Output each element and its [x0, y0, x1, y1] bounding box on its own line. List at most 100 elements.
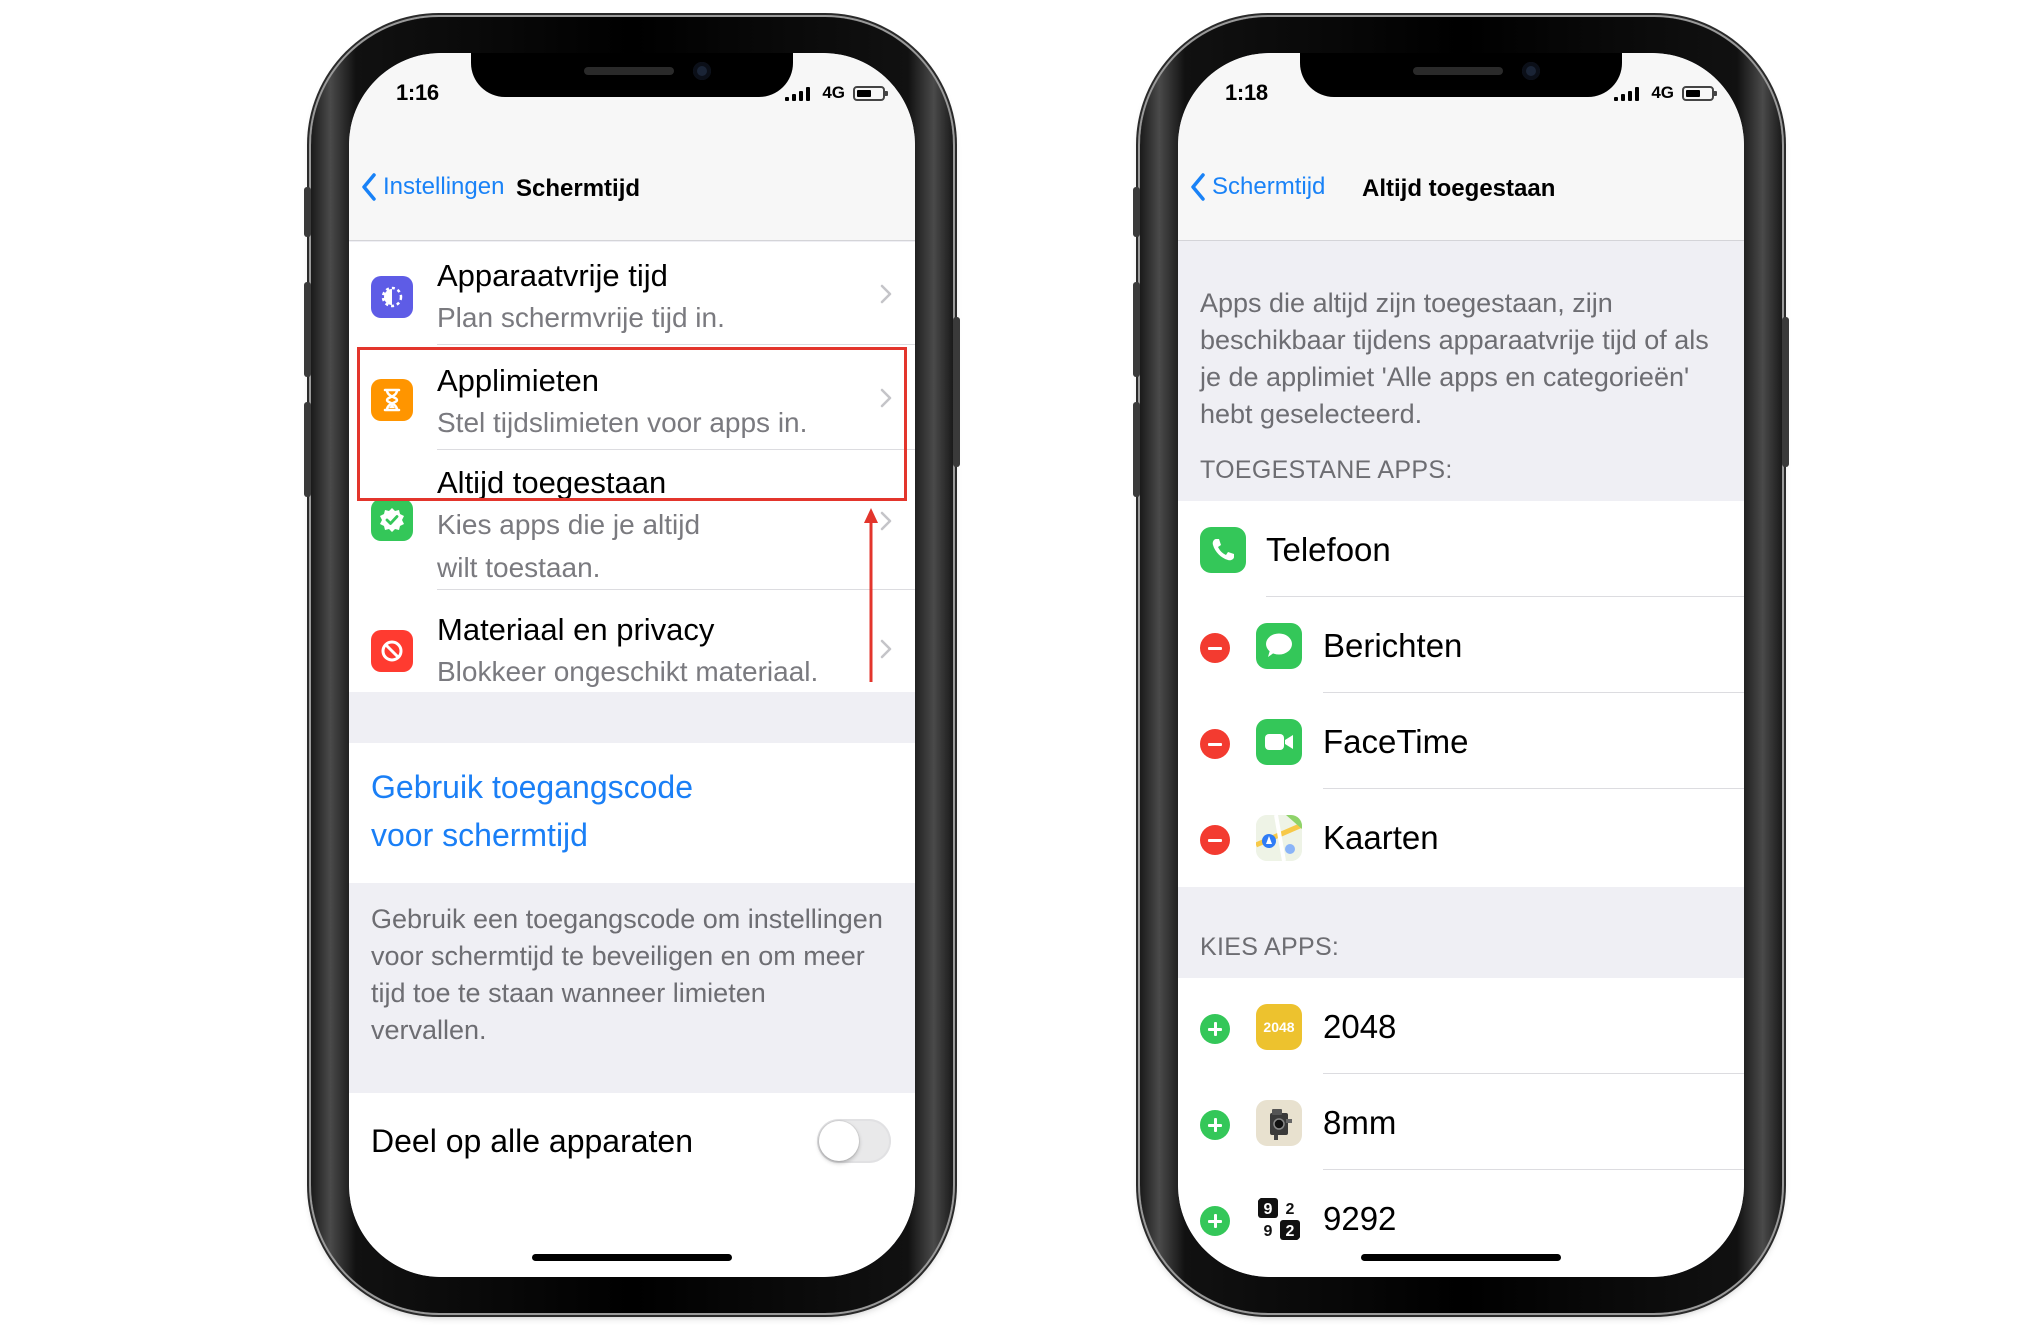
mute-switch [1133, 187, 1140, 237]
camera-8mm-icon [1256, 1100, 1302, 1146]
navigation-bar: Instellingen Schermtijd [349, 141, 915, 241]
app-limits-title: Applimieten [437, 363, 599, 398]
home-indicator [532, 1254, 732, 1261]
network-type: 4G [1651, 83, 1674, 102]
settings-group: Apparaatvrije tijd Plan schermvrije tijd… [349, 242, 915, 692]
svg-text:2: 2 [1286, 1223, 1295, 1240]
network-type: 4G [822, 83, 845, 102]
volume-down-button [1133, 402, 1140, 497]
downtime-title: Apparaatvrije tijd [437, 258, 668, 293]
messages-icon [1256, 623, 1302, 669]
back-button[interactable]: Schermtijd [1190, 173, 1325, 201]
list-item: 8mm [1178, 1074, 1744, 1170]
share-group: Deel op alle apparaten [349, 1093, 915, 1277]
maps-icon [1256, 815, 1302, 861]
app-name: 8mm [1323, 1104, 1397, 1141]
hourglass-icon [371, 379, 413, 421]
share-toggle[interactable] [817, 1119, 891, 1163]
svg-text:2: 2 [1286, 1201, 1295, 1218]
side-button [953, 317, 960, 467]
remove-icon[interactable] [1200, 825, 1230, 855]
always-allowed-description: Apps die altijd zijn toegestaan, zijn be… [1200, 288, 1709, 429]
content-privacy-subtitle: Blokkeer ongeschikt materiaal. [437, 656, 819, 687]
allowed-apps-header: TOEGESTANE APPS: [1200, 456, 1453, 484]
screen: 1:16 4G Instellingen Schermtijd Apparaat… [349, 53, 915, 1277]
volume-up-button [1133, 282, 1140, 377]
check-seal-icon [371, 499, 413, 541]
volume-up-button [304, 282, 311, 377]
navigation-bar: Schermtijd Altijd toegestaan [1178, 141, 1744, 241]
status-time: 1:16 [396, 80, 439, 105]
signal-icon [1614, 87, 1639, 101]
list-item: 2048 2048 [1178, 978, 1744, 1074]
battery-icon [853, 86, 888, 101]
status-time: 1:18 [1225, 80, 1268, 105]
passcode-description: Gebruik een toegangscode om instellingen… [371, 904, 883, 1045]
svg-text:9: 9 [1264, 1223, 1273, 1240]
page-title: Schermtijd [516, 175, 641, 202]
chevron-right-icon [880, 284, 892, 304]
left-phone: 1:16 4G Instellingen Schermtijd Apparaat… [304, 17, 960, 1313]
app-limits-subtitle: Stel tijdslimieten voor apps in. [437, 407, 808, 438]
chevron-right-icon [880, 511, 892, 531]
arrow-up-icon [864, 508, 878, 682]
app-name: Kaarten [1323, 819, 1439, 856]
restriction-icon [371, 630, 413, 672]
right-phone: 1:18 4G Schermtijd Altijd toegestaan App… [1133, 17, 1789, 1313]
list-item: Berichten [1178, 597, 1744, 693]
facetime-icon [1256, 719, 1302, 765]
passcode-link-line-1[interactable]: Gebruik toegangscode [371, 763, 693, 811]
side-button [1782, 317, 1789, 467]
app-name: Telefoon [1266, 531, 1391, 568]
passcode-link-line-2[interactable]: voor schermtijd [371, 811, 588, 859]
content-privacy-row[interactable]: Materiaal en privacy Blokkeer ongeschikt… [349, 590, 915, 692]
home-indicator [1361, 1254, 1561, 1261]
app-name: FaceTime [1323, 723, 1469, 760]
choose-apps-header: KIES APPS: [1200, 933, 1340, 961]
choose-apps-list: 2048 2048 8mm 9292 9292 [1178, 978, 1744, 1277]
always-allowed-subtitle-1: Kies apps die je altijd [437, 509, 701, 540]
content-privacy-title: Materiaal en privacy [437, 612, 715, 647]
page-title: Altijd toegestaan [1362, 175, 1556, 202]
back-label: Instellingen [383, 173, 505, 200]
share-label: Deel op alle apparaten [371, 1123, 694, 1159]
remove-icon[interactable] [1200, 633, 1230, 663]
remove-icon[interactable] [1200, 729, 1230, 759]
phone-icon [1200, 527, 1246, 573]
add-icon[interactable] [1200, 1110, 1230, 1140]
allowed-apps-list: Telefoon Berichten FaceTime Kaarten [1178, 501, 1744, 887]
signal-icon [785, 87, 810, 101]
battery-icon [1682, 86, 1717, 101]
downtime-row[interactable]: Apparaatvrije tijd Plan schermvrije tijd… [349, 242, 915, 345]
always-allowed-subtitle-2: wilt toestaan. [437, 552, 601, 583]
list-item: Telefoon [1178, 501, 1744, 597]
screen: 1:18 4G Schermtijd Altijd toegestaan App… [1178, 53, 1744, 1277]
notch [1300, 53, 1622, 97]
add-icon[interactable] [1200, 1206, 1230, 1236]
passcode-group: Gebruik toegangscode voor schermtijd [349, 743, 915, 883]
chevron-left-icon [362, 173, 376, 201]
app-name: 9292 [1323, 1200, 1397, 1237]
notch [471, 53, 793, 97]
downtime-icon [371, 276, 413, 318]
chevron-right-icon [880, 388, 892, 408]
app-limits-row[interactable]: Applimieten Stel tijdslimieten voor apps… [349, 345, 915, 450]
add-icon[interactable] [1200, 1014, 1230, 1044]
list-item: FaceTime [1178, 693, 1744, 789]
always-allowed-title: Altijd toegestaan [437, 465, 667, 500]
list-item: Kaarten [1178, 789, 1744, 885]
chevron-left-icon [1191, 173, 1205, 201]
app-2048-icon: 2048 [1256, 1004, 1302, 1050]
downtime-subtitle: Plan schermvrije tijd in. [437, 302, 725, 333]
chevron-right-icon [880, 639, 892, 659]
volume-down-button [304, 402, 311, 497]
svg-text:9: 9 [1264, 1201, 1273, 1218]
app-name: Berichten [1323, 627, 1463, 664]
mute-switch [304, 187, 311, 237]
back-button[interactable]: Instellingen [361, 173, 504, 201]
app-2048-icon-text: 2048 [1263, 1019, 1295, 1035]
app-name: 2048 [1323, 1008, 1397, 1045]
always-allowed-row[interactable]: Altijd toegestaan Kies apps die je altij… [349, 450, 915, 590]
list-item: 9292 9292 [1178, 1170, 1744, 1266]
app-9292-icon: 9292 [1256, 1196, 1302, 1242]
